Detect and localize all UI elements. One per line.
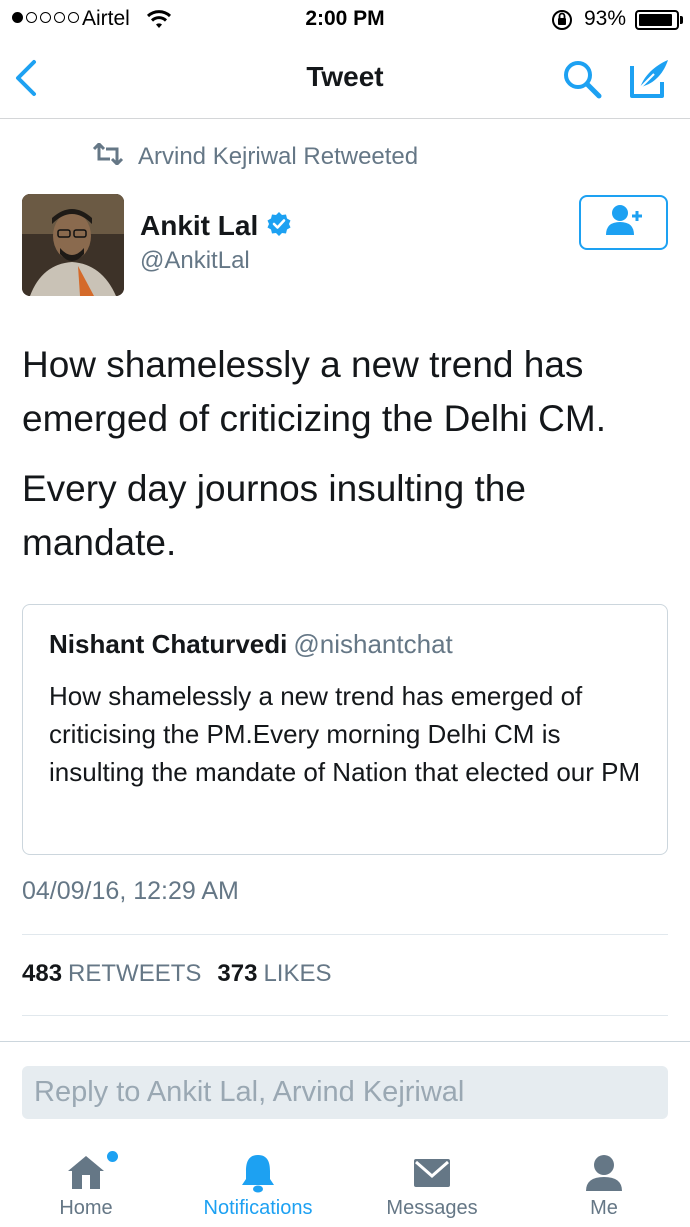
tweet-paragraph: Every day journos insulting the mandate.	[22, 468, 526, 563]
author-handle[interactable]: @AnkitLal	[140, 247, 250, 275]
tab-messages[interactable]: Messages	[346, 1137, 518, 1227]
reply-input[interactable]	[22, 1066, 668, 1119]
compose-tweet-icon[interactable]	[626, 56, 672, 102]
rotation-lock-icon	[550, 8, 574, 38]
follow-button[interactable]	[579, 195, 668, 250]
retweet-icon	[92, 141, 124, 172]
author-name[interactable]: Ankit Lal	[140, 210, 258, 242]
quoted-tweet-header: Nishant Chaturvedi @nishantchat	[49, 629, 453, 660]
likes-label: LIKES	[263, 960, 332, 987]
likes-stat[interactable]: 373 LIKES	[217, 960, 331, 988]
author-name-row[interactable]: Ankit Lal	[140, 210, 292, 242]
bell-icon	[236, 1151, 280, 1195]
retweets-label: RETWEETS	[68, 960, 202, 987]
new-items-dot	[107, 1151, 118, 1162]
tweet-timestamp: 04/09/16, 12:29 AM	[22, 877, 239, 905]
verified-badge-icon	[266, 211, 292, 242]
envelope-icon	[410, 1151, 454, 1195]
quoted-tweet-card[interactable]: Nishant Chaturvedi @nishantchat How shame…	[22, 604, 668, 855]
reply-bar	[0, 1041, 690, 1137]
divider	[22, 1015, 668, 1016]
battery-percent: 93%	[584, 7, 627, 30]
status-bar: Airtel 2:00 PM 93%	[0, 0, 690, 40]
retweets-count: 483	[22, 960, 63, 987]
navigation-bar: Tweet	[0, 40, 690, 119]
quoted-tweet-text: How shamelessly a new trend has emerged …	[49, 681, 641, 787]
search-icon[interactable]	[560, 57, 604, 101]
quoted-author-name: Nishant Chaturvedi	[49, 629, 288, 659]
retweet-context[interactable]: Arvind Kejriwal Retweeted	[92, 141, 419, 172]
tab-home[interactable]: Home	[0, 1137, 172, 1227]
avatar[interactable]	[22, 194, 124, 296]
divider	[22, 934, 668, 935]
tweet-text: How shamelessly a new trend has emerged …	[22, 338, 672, 586]
home-icon	[64, 1151, 108, 1195]
quoted-author-handle: @nishantchat	[293, 629, 453, 659]
tab-me[interactable]: Me	[518, 1137, 690, 1227]
tab-bar: Home Notifications Messages Me	[0, 1137, 690, 1227]
person-icon	[582, 1151, 626, 1195]
battery-icon	[635, 10, 679, 30]
tab-label: Messages	[386, 1197, 478, 1219]
tab-notifications[interactable]: Notifications	[172, 1137, 344, 1227]
retweets-stat[interactable]: 483 RETWEETS	[22, 960, 201, 988]
retweet-context-label: Arvind Kejriwal Retweeted	[138, 143, 419, 170]
tweet-paragraph: How shamelessly a new trend has emerged …	[22, 344, 606, 439]
tab-label: Notifications	[203, 1197, 313, 1219]
tweet-stats: 483 RETWEETS 373 LIKES	[22, 960, 331, 988]
tab-label: Home	[59, 1197, 113, 1219]
likes-count: 373	[217, 960, 258, 987]
tab-label: Me	[590, 1197, 618, 1219]
add-user-icon	[604, 203, 644, 242]
